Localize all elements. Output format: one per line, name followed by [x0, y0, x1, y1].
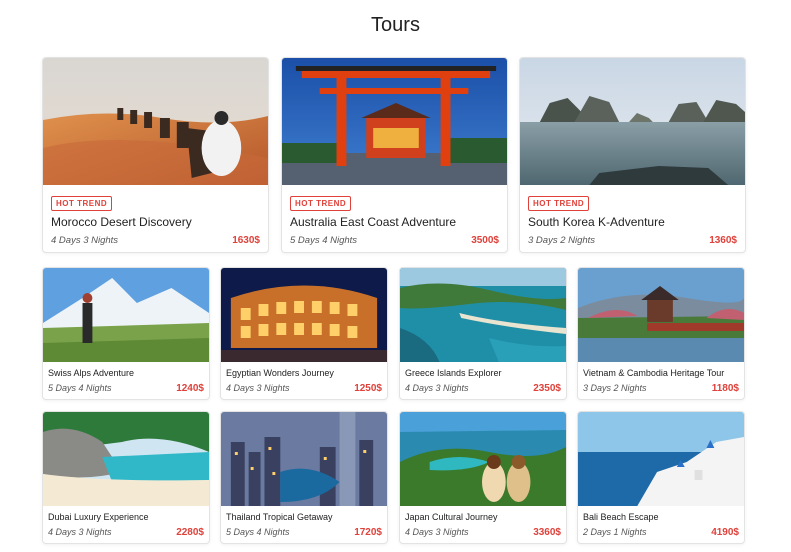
tour-duration: 5 Days 4 Nights: [290, 235, 358, 246]
tour-photo: [282, 58, 507, 185]
tour-photo: [400, 412, 566, 506]
hot-trend-badge: HOT TREND: [51, 196, 113, 211]
tour-card[interactable]: Egyptian Wonders Journey 4 Days 3 Nights…: [220, 267, 388, 400]
tour-duration: 4 Days 3 Nights: [51, 235, 119, 246]
tour-photo: [400, 268, 566, 362]
tour-price: 1180$: [711, 383, 739, 394]
tour-price: 2280$: [176, 527, 204, 538]
tour-price: 3500$: [471, 235, 499, 246]
tour-duration: 2 Days 1 Nights: [583, 527, 647, 537]
tour-photo: [578, 268, 744, 362]
tour-title[interactable]: Vietnam & Cambodia Heritage Tour: [583, 368, 724, 378]
tour-duration: 3 Days 2 Nights: [583, 383, 647, 393]
tour-duration: 4 Days 3 Nights: [405, 383, 469, 393]
tour-duration: 4 Days 3 Nights: [405, 527, 469, 537]
hot-trend-badge: HOT TREND: [528, 196, 590, 211]
tour-card[interactable]: Japan Cultural Journey 4 Days 3 Nights 3…: [399, 411, 567, 544]
tour-card[interactable]: Bali Beach Escape 2 Days 1 Nights 4190$: [577, 411, 745, 544]
tour-card[interactable]: Dubai Luxury Experience 4 Days 3 Nights …: [42, 411, 210, 544]
tour-price: 1630$: [232, 235, 260, 246]
tour-card-featured[interactable]: HOT TREND Australia East Coast Adventure…: [281, 57, 508, 253]
tour-price: 1360$: [709, 235, 737, 246]
page-title: Tours: [371, 14, 420, 36]
tour-price: 2350$: [533, 383, 561, 394]
tour-photo: [43, 58, 268, 185]
tour-photo: [520, 58, 745, 185]
tour-photo: [221, 268, 387, 362]
tour-card[interactable]: Vietnam & Cambodia Heritage Tour 3 Days …: [577, 267, 745, 400]
tour-title[interactable]: Greece Islands Explorer: [405, 368, 502, 378]
tour-title[interactable]: Egyptian Wonders Journey: [226, 368, 334, 378]
tour-card-featured[interactable]: HOT TREND South Korea K-Adventure 3 Days…: [519, 57, 746, 253]
tour-price: 4190$: [711, 527, 739, 538]
tour-title[interactable]: Thailand Tropical Getaway: [226, 512, 333, 522]
tour-title[interactable]: Japan Cultural Journey: [405, 512, 498, 522]
tour-photo: [43, 268, 209, 362]
tour-photo: [578, 412, 744, 506]
tour-card[interactable]: Thailand Tropical Getaway 5 Days 4 Night…: [220, 411, 388, 544]
tour-card-featured[interactable]: HOT TREND Morocco Desert Discovery 4 Day…: [42, 57, 269, 253]
tour-card[interactable]: Swiss Alps Adventure 5 Days 4 Nights 124…: [42, 267, 210, 400]
tour-photo: [43, 412, 209, 506]
hot-trend-badge: HOT TREND: [290, 196, 352, 211]
tour-title[interactable]: Dubai Luxury Experience: [48, 512, 149, 522]
tour-duration: 4 Days 3 Nights: [48, 527, 112, 537]
tour-price: 1250$: [354, 383, 382, 394]
tour-title[interactable]: South Korea K-Adventure: [528, 215, 665, 229]
tour-photo: [221, 412, 387, 506]
tour-price: 3360$: [533, 527, 561, 538]
tour-title[interactable]: Morocco Desert Discovery: [51, 215, 192, 229]
tour-title[interactable]: Bali Beach Escape: [583, 512, 659, 522]
tour-duration: 5 Days 4 Nights: [226, 527, 290, 537]
tour-price: 1240$: [176, 383, 204, 394]
tour-card[interactable]: Greece Islands Explorer 4 Days 3 Nights …: [399, 267, 567, 400]
tour-duration: 4 Days 3 Nights: [226, 383, 290, 393]
tour-duration: 5 Days 4 Nights: [48, 383, 112, 393]
tour-title[interactable]: Swiss Alps Adventure: [48, 368, 134, 378]
tour-title[interactable]: Australia East Coast Adventure: [290, 215, 456, 229]
tour-price: 1720$: [354, 527, 382, 538]
tour-duration: 3 Days 2 Nights: [528, 235, 596, 246]
